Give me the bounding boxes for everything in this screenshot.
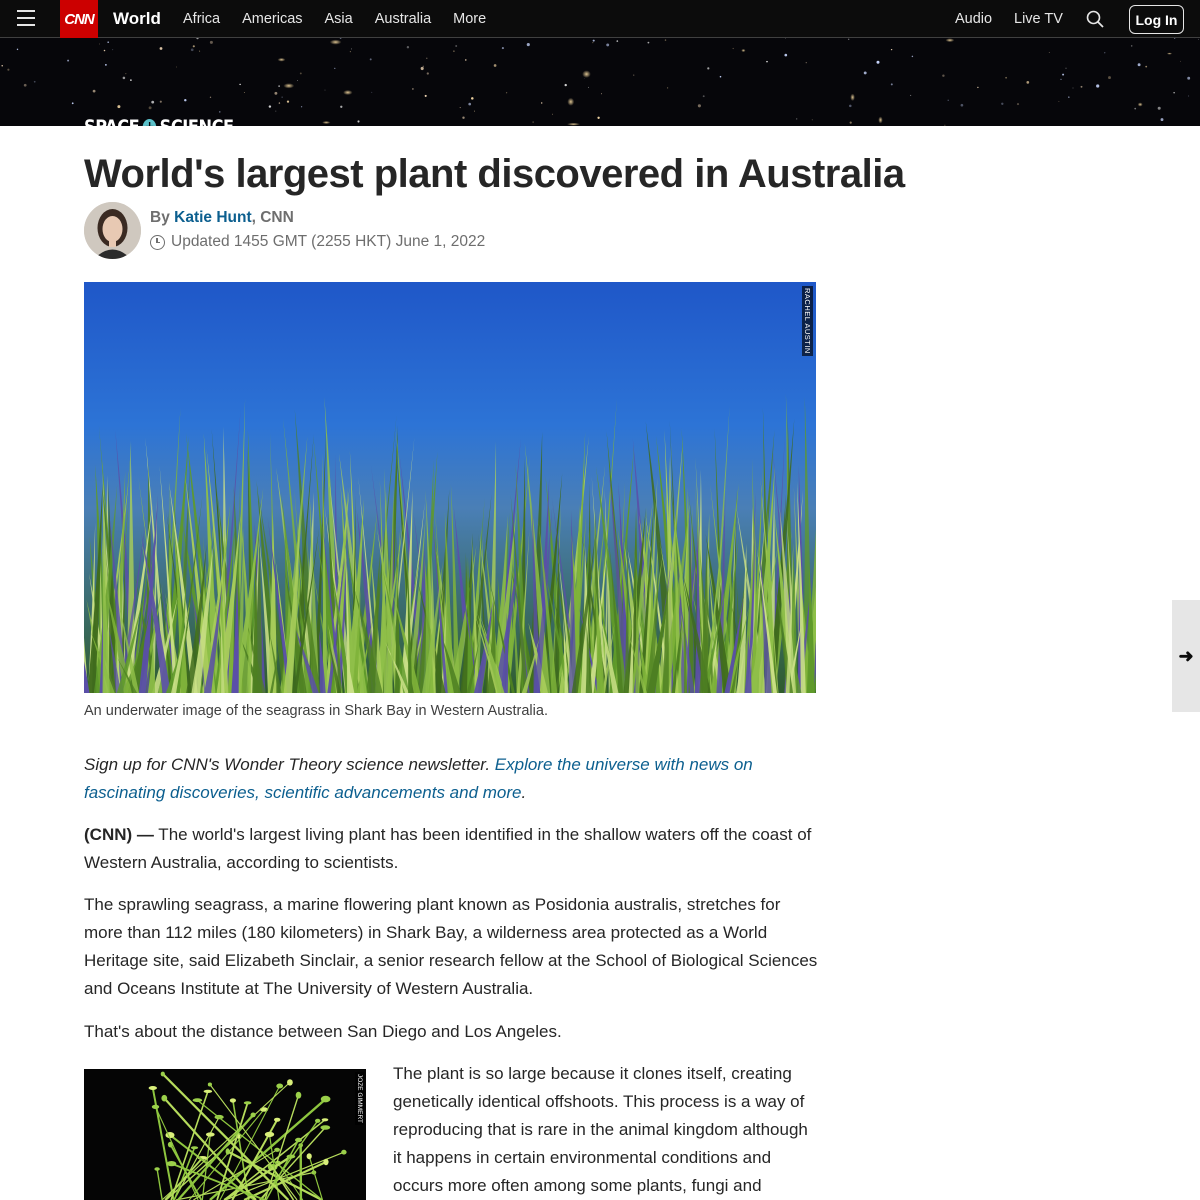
updated-text: Updated 1455 GMT (2255 HKT) June 1, 2022 [171,233,486,250]
inline-image-plant[interactable]: JOZE GIMMERT [84,1069,366,1200]
clock-icon [150,234,165,250]
next-article-arrow-icon[interactable]: ➜ [1172,600,1200,712]
nav-link-africa[interactable]: Africa [183,11,220,27]
logo-word-science: SCIENCE [160,116,234,126]
nav-link-more[interactable]: More [453,11,486,27]
byline-suffix: , CNN [251,209,294,226]
article-paragraph-3: That's about the distance between San Di… [84,1022,562,1041]
article-headline: World's largest plant discovered in Aust… [84,152,905,196]
article-paragraph-1: (CNN) — The world's largest living plant… [84,821,819,877]
author-avatar[interactable] [84,202,141,259]
author-link[interactable]: Katie Hunt [174,209,252,226]
nav-link-live-tv[interactable]: Live TV [1014,11,1063,27]
article-paragraph-2: The sprawling seagrass, a marine floweri… [84,895,818,998]
newsletter-text: Sign up for CNN's Wonder Theory science … [84,755,495,774]
top-navigation-bar: CNN World Africa Americas Asia Australia… [0,0,1200,38]
updated-timestamp: Updated 1455 GMT (2255 HKT) June 1, 2022 [150,233,485,251]
nav-links: Africa Americas Asia Australia More [183,11,508,27]
hero-image-seagrass[interactable]: RACHEL AUSTIN [84,282,816,693]
article-paragraph-4: The plant is so large because it clones … [393,1064,808,1195]
hero-photo-credit: RACHEL AUSTIN [802,286,813,356]
byline-prefix: By [150,209,175,226]
newsletter-promo: Sign up for CNN's Wonder Theory science … [84,751,819,807]
inline-photo-credit: JOZE GIMMERT [355,1072,364,1125]
nav-link-australia[interactable]: Australia [375,11,431,27]
nav-link-asia[interactable]: Asia [325,11,353,27]
space-science-logo[interactable]: SPACE + SCIENCE [84,116,234,126]
hero-caption: An underwater image of the seagrass in S… [84,703,548,719]
section-name-world[interactable]: World [113,9,161,29]
cnn-logo[interactable]: CNN [60,0,98,38]
byline: By Katie Hunt, CNN [150,209,294,227]
logo-plus-icon: + [142,119,157,126]
galaxy-background [1,38,1199,126]
nav-link-americas[interactable]: Americas [242,11,302,27]
logo-word-space: SPACE [84,116,140,126]
hamburger-menu-icon[interactable] [17,10,35,27]
paragraph-1-text: The world's largest living plant has bee… [84,825,812,872]
search-icon[interactable] [1086,10,1104,28]
nav-link-audio[interactable]: Audio [955,11,992,27]
dateline-source: (CNN) — [84,825,154,844]
space-science-banner: SPACE + SCIENCE [0,38,1200,126]
login-button[interactable]: Log In [1129,5,1184,34]
newsletter-end: . [521,783,527,802]
